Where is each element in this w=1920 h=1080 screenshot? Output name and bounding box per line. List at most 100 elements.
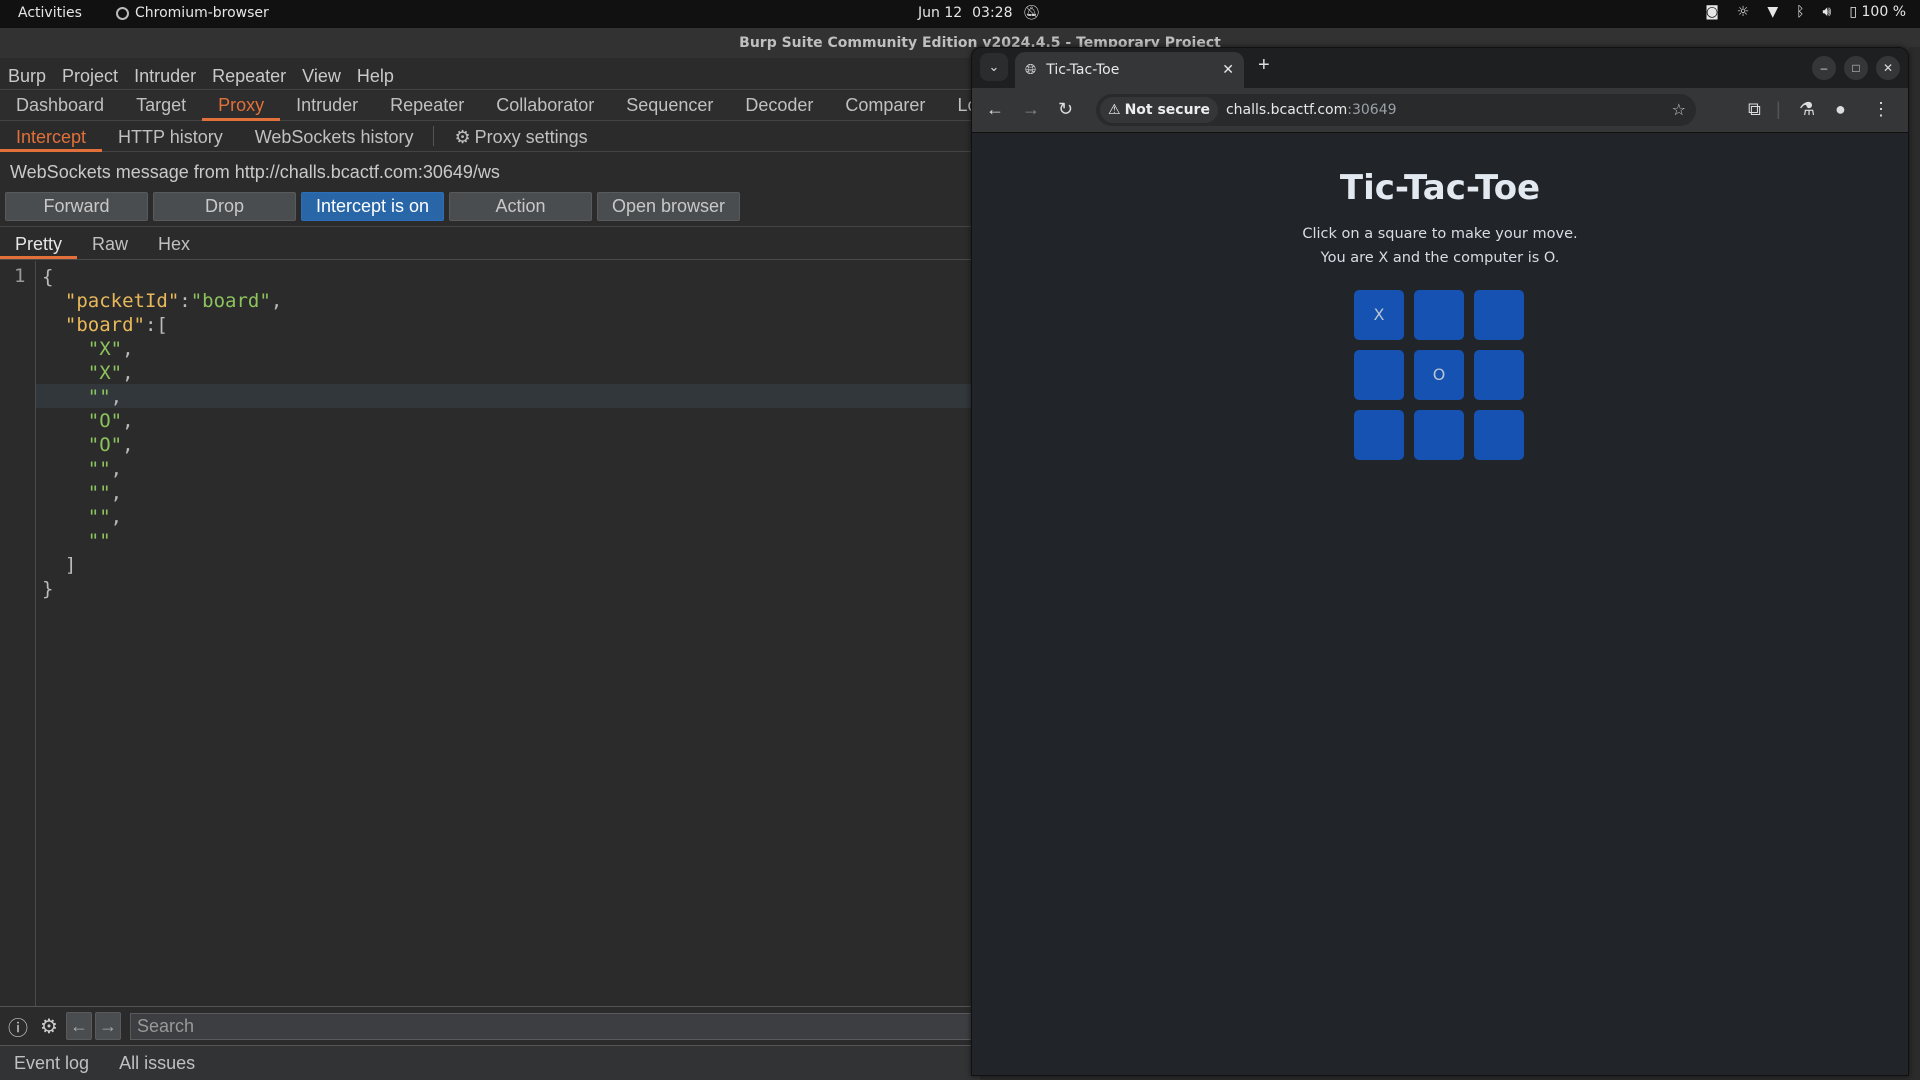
tab-raw[interactable]: Raw [77, 230, 143, 259]
event-log-link[interactable]: Event log [14, 1046, 89, 1080]
open-browser-button[interactable]: Open browser [597, 192, 740, 221]
menu-kebab-icon[interactable]: ⋮ [1872, 99, 1890, 120]
intercept-message-header: WebSockets message from http://challs.bc… [10, 162, 500, 182]
clock[interactable]: Jun 12 03:28 🔕︎ [918, 5, 1040, 21]
volume-icon: 🔊︎ [1822, 4, 1832, 20]
json-board-value: "O" [42, 410, 123, 432]
proxy-settings-button[interactable]: ⚙ Proxy settings [438, 121, 603, 152]
subtab-http-history[interactable]: HTTP history [102, 121, 239, 152]
page-title: Tic-Tac-Toe [1339, 168, 1541, 208]
gear-icon: ⚙ [454, 126, 471, 147]
tab-comparer[interactable]: Comparer [829, 91, 941, 121]
menu-intruder[interactable]: Intruder [134, 62, 196, 89]
search-input[interactable]: Search [130, 1012, 980, 1040]
message-editor[interactable]: 1 { "packetId":"board", "board":[ "X", "… [0, 261, 980, 1006]
board-cell[interactable] [1414, 290, 1464, 340]
burp-background-edge [1909, 47, 1920, 1080]
menu-burp[interactable]: Burp [8, 62, 46, 89]
json-value-packetId: "board" [190, 290, 271, 312]
board-cell[interactable] [1414, 410, 1464, 460]
line-gutter: 1 [0, 261, 36, 1006]
json-key-packetId: "packetId" [64, 290, 180, 312]
menu-view[interactable]: View [302, 62, 341, 89]
close-window-button[interactable]: ✕ [1876, 56, 1900, 80]
json-board-value: "O" [42, 434, 123, 456]
subtab-websockets-history[interactable]: WebSockets history [239, 121, 430, 152]
tab-intruder[interactable]: Intruder [280, 91, 374, 121]
board-cell[interactable] [1474, 350, 1524, 400]
address-bar[interactable]: ⚠ Not secure challs.bcactf.com:30649 ☆ [1096, 94, 1696, 126]
bottom-status-bar: Event log All issues [0, 1046, 980, 1080]
search-prev-button[interactable]: ← [66, 1012, 92, 1040]
board-cell[interactable] [1354, 350, 1404, 400]
menu-help[interactable]: Help [357, 62, 394, 89]
wifi-icon: ▼ [1767, 4, 1779, 20]
minimize-button[interactable]: – [1812, 56, 1836, 80]
menu-repeater[interactable]: Repeater [212, 62, 286, 89]
activities-button[interactable]: Activities [18, 5, 82, 21]
security-chip[interactable]: ⚠ Not secure [1100, 97, 1218, 123]
tab-repeater[interactable]: Repeater [374, 91, 480, 121]
json-punctuation: , [122, 434, 134, 456]
tab-strip: ⌄ 🌐︎ Tic-Tac-Toe ✕ + – □ ✕ [972, 48, 1908, 88]
message-view-tabs: Pretty Raw Hex [0, 230, 980, 260]
bluetooth-icon: ᛒ [1796, 4, 1805, 20]
tab-search-button[interactable]: ⌄ [980, 53, 1008, 81]
subtab-intercept[interactable]: Intercept [0, 121, 103, 152]
board-cell[interactable]: O [1414, 350, 1464, 400]
chromium-icon [116, 6, 129, 20]
extensions-icon[interactable]: ⧉ [1748, 99, 1761, 120]
chromium-window: ⌄ 🌐︎ Tic-Tac-Toe ✕ + – □ ✕ ← → ↻ ⚠ Not s… [971, 47, 1909, 1076]
tab-proxy[interactable]: Proxy [202, 91, 281, 121]
tab-collaborator[interactable]: Collaborator [480, 91, 610, 121]
forward-button[interactable]: Forward [5, 192, 148, 221]
intercept-toggle-button[interactable]: Intercept is on [301, 192, 444, 221]
system-tray[interactable]: ◙ ☼ ▼ ᛒ 🔊︎ ▯ 100 % [1705, 4, 1906, 20]
board-cell[interactable]: X [1354, 290, 1404, 340]
json-board-value: "" [42, 482, 111, 504]
proxy-subtabs: Intercept HTTP history WebSockets histor… [0, 121, 980, 152]
proxy-settings-label: Proxy settings [474, 126, 588, 147]
back-icon[interactable]: ← [986, 99, 1004, 120]
drop-button[interactable]: Drop [153, 192, 296, 221]
forward-icon[interactable]: → [1022, 99, 1040, 120]
labs-flask-icon[interactable]: ⚗ [1799, 99, 1815, 120]
tab-pretty[interactable]: Pretty [0, 230, 78, 259]
json-key-board: "board" [64, 314, 145, 336]
instructions-line-2: You are X and the computer is O. [1320, 250, 1560, 266]
close-tab-icon[interactable]: ✕ [1222, 62, 1234, 78]
action-button[interactable]: Action [449, 192, 592, 221]
maximize-button[interactable]: □ [1844, 56, 1868, 80]
url-text[interactable]: challs.bcactf.com:30649 [1226, 102, 1397, 118]
menu-project[interactable]: Project [62, 62, 118, 89]
bookmark-star-icon[interactable]: ☆ [1672, 100, 1686, 119]
search-next-button[interactable]: → [95, 1012, 121, 1040]
board-cell[interactable] [1474, 290, 1524, 340]
tic-tac-toe-board: X O [1354, 290, 1526, 460]
profile-icon[interactable]: ● [1835, 99, 1846, 120]
tab-dashboard[interactable]: Dashboard [0, 91, 120, 121]
tab-decoder[interactable]: Decoder [729, 91, 829, 121]
new-tab-button[interactable]: + [1258, 54, 1270, 77]
json-body[interactable]: { "packetId":"board", "board":[ "X", "X"… [42, 265, 282, 601]
settings-gear-icon[interactable]: ⚙ [35, 1012, 63, 1040]
all-issues-link[interactable]: All issues [119, 1046, 195, 1080]
json-board-value: "X" [42, 338, 123, 360]
instructions-line-1: Click on a square to make your move. [1302, 226, 1578, 242]
app-name: Chromium-browser [135, 5, 269, 21]
web-page: Tic-Tac-Toe Click on a square to make yo… [972, 134, 1908, 1075]
tab-target[interactable]: Target [120, 91, 202, 121]
help-icon[interactable]: ⓘ [4, 1012, 32, 1040]
reload-icon[interactable]: ↻ [1058, 99, 1073, 120]
board-cell[interactable] [1354, 410, 1404, 460]
search-bar: ⓘ ⚙ ← → Search [0, 1006, 980, 1046]
tab-hex[interactable]: Hex [143, 230, 205, 259]
app-menu[interactable]: Chromium-browser [116, 5, 269, 21]
url-host: challs.bcactf.com [1225, 102, 1348, 118]
browser-tab[interactable]: 🌐︎ Tic-Tac-Toe ✕ [1015, 52, 1244, 88]
board-cell[interactable] [1474, 410, 1524, 460]
tab-sequencer[interactable]: Sequencer [610, 91, 729, 121]
json-punctuation: , [110, 506, 123, 528]
battery-indicator: ▯ 100 % [1849, 4, 1906, 20]
json-punctuation: , [110, 458, 123, 480]
